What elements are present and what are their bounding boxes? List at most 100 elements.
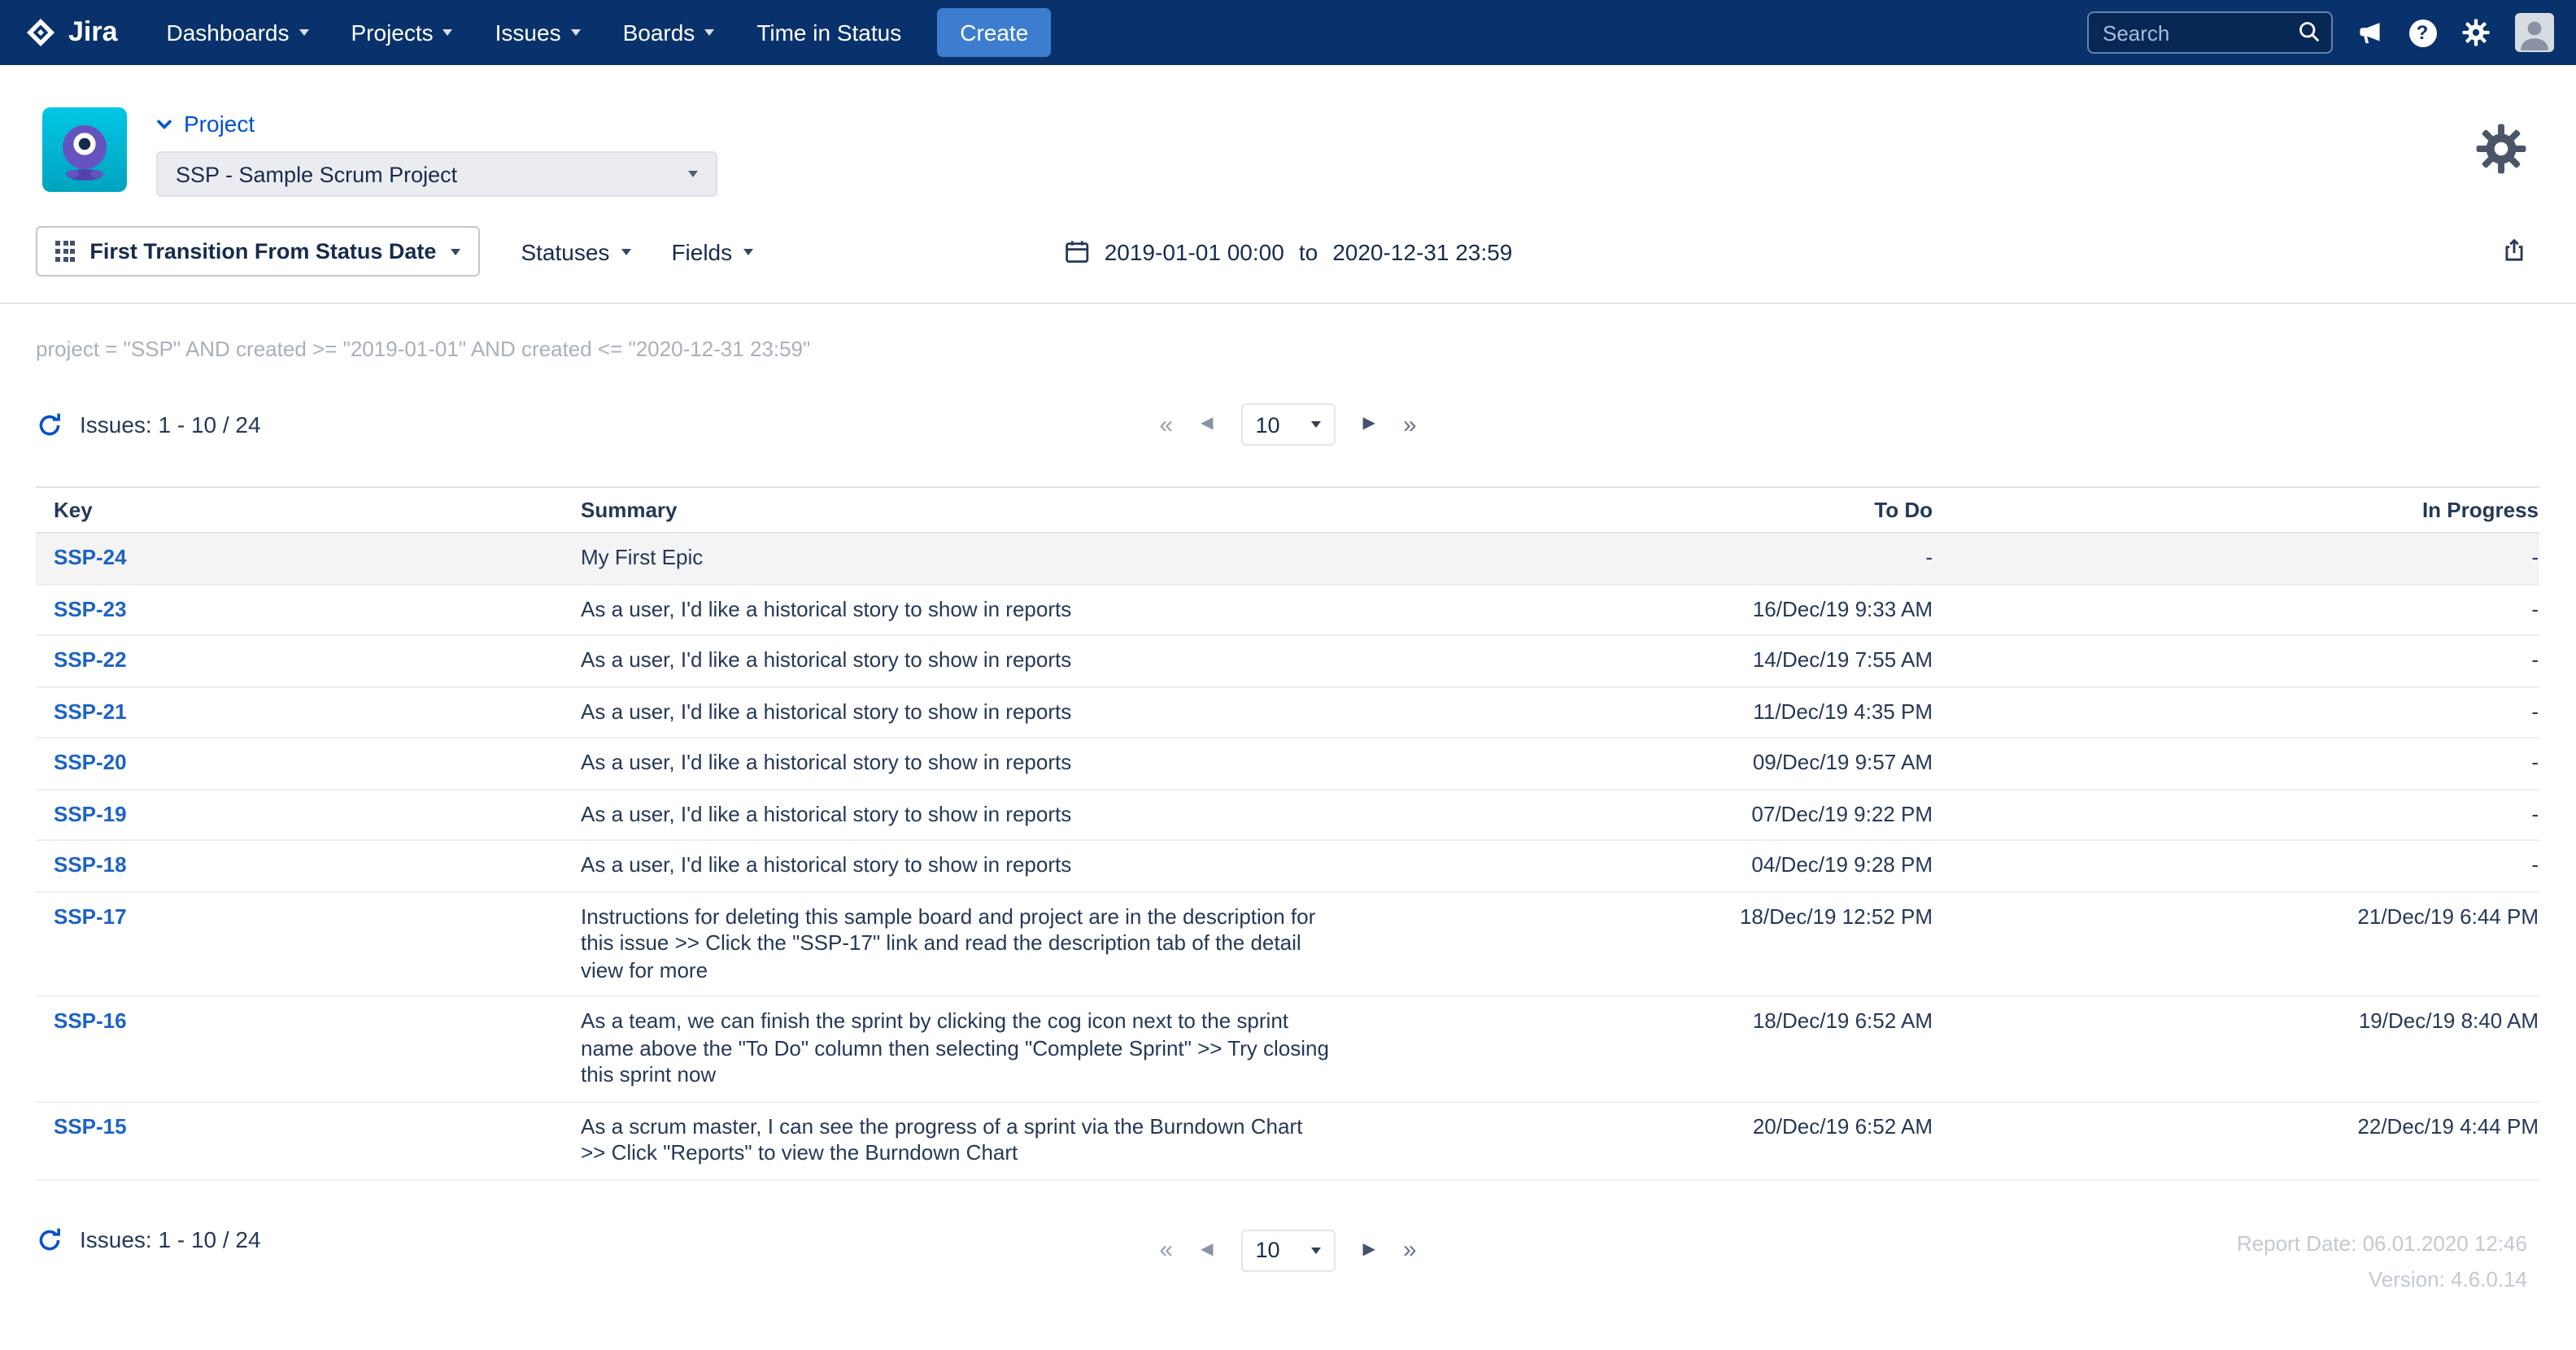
issue-summary: My First Epic [581,533,1362,584]
inprogress-value: - [1933,738,2539,789]
statuses-dropdown[interactable]: Statuses [521,238,630,264]
column-header-inprogress[interactable]: In Progress [1933,487,2539,533]
page-size-select[interactable]: 10 [1241,1229,1336,1271]
date-range[interactable]: 2019-01-01 00:00 to 2020-12-31 23:59 [1064,238,1513,264]
prev-page-button[interactable]: ◀ [1201,416,1213,433]
inprogress-value: - [1933,789,2539,840]
date-to-word: to [1299,238,1318,264]
nav-item-projects[interactable]: Projects [330,0,474,65]
nav-item-issues[interactable]: Issues [474,0,602,65]
issue-key-link[interactable]: SSP-17 [54,904,127,928]
jira-logo-text: Jira [68,16,118,49]
issues-count-group: Issues: 1 - 10 / 24 [36,411,261,438]
issue-key-link[interactable]: SSP-16 [54,1008,127,1033]
nav-item-time-in-status[interactable]: Time in Status [735,0,922,65]
jira-logo[interactable]: Jira [0,16,146,49]
help-icon[interactable]: ? [2408,19,2436,46]
create-button[interactable]: Create [937,8,1051,57]
chevron-down-icon [621,248,630,255]
nav-item-label: Dashboards [167,20,290,46]
todo-value: 18/Dec/19 6:52 AM [1362,996,1933,1101]
project-avatar[interactable] [42,107,127,192]
project-avatar-monster [42,107,127,192]
announcement-icon[interactable] [2356,19,2384,46]
first-page-button[interactable]: « [1159,412,1173,437]
issue-key-link[interactable]: SSP-18 [54,852,127,877]
table-row: SSP-21 As a user, I'd like a historical s… [36,686,2539,738]
todo-value: 16/Dec/19 9:33 AM [1362,584,1933,635]
issue-summary: As a user, I'd like a historical story t… [581,789,1362,840]
table-row: SSP-23 As a user, I'd like a historical s… [36,584,2539,635]
refresh-icon[interactable] [36,1226,63,1253]
user-avatar[interactable] [2514,13,2553,52]
issue-key-link[interactable]: SSP-21 [54,699,127,723]
project-label-text: Project [184,111,255,137]
first-page-button[interactable]: « [1159,1238,1173,1262]
inprogress-value: 19/Dec/19 8:40 AM [1933,996,2539,1101]
issue-key-link[interactable]: SSP-19 [54,801,127,825]
last-page-button[interactable]: » [1403,1238,1417,1262]
chevron-down-icon [1311,421,1321,428]
nav-item-boards[interactable]: Boards [602,0,736,65]
issues-table: Key Summary To Do In Progress SSP-24 My F… [36,486,2539,1180]
nav-item-dashboards[interactable]: Dashboards [146,0,330,65]
issues-count-text: Issues: 1 - 10 / 24 [80,1226,261,1252]
issue-key-link[interactable]: SSP-22 [54,647,127,672]
issue-key-link[interactable]: SSP-15 [54,1113,127,1138]
refresh-icon[interactable] [36,411,63,438]
fields-label: Fields [671,238,732,264]
gear-icon[interactable] [2460,18,2490,47]
issue-summary: As a user, I'd like a historical story t… [581,686,1362,738]
search-input[interactable] [2086,11,2332,54]
person-icon [2514,13,2553,52]
column-header-summary[interactable]: Summary [581,487,1362,533]
inprogress-value: - [1933,584,2539,635]
table-row: SSP-20 As a user, I'd like a historical s… [36,738,2539,789]
settings-gear-icon[interactable] [2474,121,2527,183]
page-size-value: 10 [1256,1238,1280,1262]
export-icon[interactable] [2500,237,2527,265]
top-navbar: Jira Dashboards Projects Issues Boards T… [0,0,2576,65]
navbar-left: Jira Dashboards Projects Issues Boards T… [0,0,1051,65]
inprogress-value: 21/Dec/19 6:44 PM [1933,891,2539,996]
table-row: SSP-17Instructions for deleting this sam… [36,891,2539,996]
page-size-select[interactable]: 10 [1241,403,1336,446]
chevron-down-icon [1311,1247,1321,1253]
chevron-down-icon [688,171,698,177]
issue-summary: As a user, I'd like a historical story t… [581,840,1362,891]
nav-item-label: Time in Status [756,20,901,46]
nav-item-label: Projects [351,20,434,46]
pagination-top: « ◀ 10 ▶ » [1159,403,1416,446]
issue-summary: As a team, we can finish the sprint by c… [581,996,1362,1101]
project-select[interactable]: SSP - Sample Scrum Project [156,151,717,197]
jira-logo-icon [24,16,57,49]
todo-value: 20/Dec/19 6:52 AM [1362,1101,1933,1179]
column-header-todo[interactable]: To Do [1362,487,1933,533]
column-header-key[interactable]: Key [36,487,581,533]
project-select-value: SSP - Sample Scrum Project [176,162,457,186]
next-page-button[interactable]: ▶ [1363,1242,1375,1258]
issues-count-text: Issues: 1 - 10 / 24 [80,412,261,438]
chevron-down-icon [299,29,309,36]
issue-key-link[interactable]: SSP-20 [54,750,127,774]
navbar-right: ? [2086,11,2576,54]
issue-summary: As a user, I'd like a historical story t… [581,584,1362,635]
prev-page-button[interactable]: ◀ [1201,1242,1213,1258]
table-header-row: Key Summary To Do In Progress [36,487,2539,533]
issue-key-link[interactable]: SSP-24 [54,545,127,569]
issue-key-link[interactable]: SSP-23 [54,596,127,621]
chevron-down-icon [451,248,460,255]
last-page-button[interactable]: » [1403,412,1417,437]
issue-summary: As a scrum master, I can see the progres… [581,1101,1362,1179]
jql-query-text: project = "SSP" AND created >= "2019-01-… [36,337,2576,361]
inprogress-value: - [1933,533,2539,584]
issues-bar-top: Issues: 1 - 10 / 24 « ◀ 10 ▶ » [0,397,2576,452]
project-label[interactable]: Project [156,111,717,137]
report-type-dropdown[interactable]: First Transition From Status Date [36,226,480,277]
report-date-text: Report Date: 06.01.2020 12:46 [2237,1226,2527,1261]
issue-summary: As a user, I'd like a historical story t… [581,738,1362,789]
search-box [2086,11,2332,54]
filter-row: First Transition From Status Date Status… [0,216,2576,304]
fields-dropdown[interactable]: Fields [671,238,753,264]
next-page-button[interactable]: ▶ [1363,416,1375,433]
